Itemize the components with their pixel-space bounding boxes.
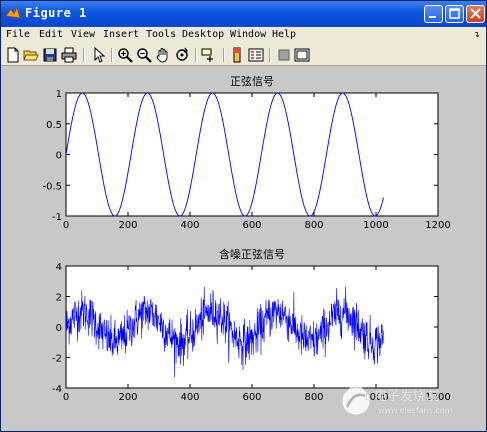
plot-title: 正弦信号 bbox=[230, 74, 274, 88]
x-tick-label: 400 bbox=[180, 392, 199, 403]
x-tick-label: 800 bbox=[304, 220, 323, 231]
x-tick-label: 0 bbox=[63, 392, 69, 403]
elecfans-watermark: 电子发烧友 www.elecfans.com bbox=[341, 386, 453, 416]
show-plot-tools-icon bbox=[294, 48, 310, 62]
minimize-button[interactable] bbox=[424, 5, 443, 23]
menubar-chevron-icon[interactable]: ↴ bbox=[473, 30, 480, 39]
menu-file[interactable]: File bbox=[6, 29, 30, 40]
y-tick-label: 2 bbox=[56, 293, 62, 304]
x-tick-label: 400 bbox=[180, 220, 199, 231]
x-tick-label: 600 bbox=[242, 392, 261, 403]
menu-insert[interactable]: Insert bbox=[103, 29, 139, 40]
x-tick-label: 600 bbox=[242, 220, 261, 231]
plots-svg: 正弦信号0 200 400 600 800 1000 120010.50-0.5-1 含噪正… bbox=[42, 74, 453, 416]
zoom-in-button[interactable] bbox=[117, 47, 133, 63]
plot-title: 含噪正弦信号 bbox=[219, 247, 285, 261]
y-tick-label: -0.5 bbox=[42, 181, 62, 192]
legend-icon bbox=[248, 48, 264, 62]
legend-button[interactable] bbox=[248, 47, 264, 63]
x-tick-label: 1000 bbox=[363, 220, 388, 231]
show-plot-tools-button[interactable] bbox=[294, 47, 310, 63]
y-tick-label: 1 bbox=[56, 89, 62, 100]
zoom-out-icon bbox=[137, 48, 152, 63]
zoom-out-button[interactable] bbox=[136, 47, 152, 63]
watermark-text: 电子发烧友 bbox=[374, 388, 439, 404]
watermark-url: www.elecfans.com bbox=[378, 406, 453, 415]
hide-plot-tools-icon bbox=[278, 49, 290, 61]
data-cursor-icon bbox=[201, 48, 213, 62]
menu-window[interactable]: Window bbox=[230, 29, 266, 40]
zoom-in-icon bbox=[118, 48, 133, 63]
menu-desktop[interactable]: Desktop bbox=[182, 29, 224, 40]
x-tick-label: 0 bbox=[63, 220, 69, 231]
y-tick-label: -2 bbox=[52, 354, 62, 365]
rotate-3d-button[interactable] bbox=[174, 47, 190, 63]
toolbar-separator bbox=[83, 48, 85, 62]
figure-toolbar bbox=[1, 45, 486, 66]
axes-top: 正弦信号 0 200 400 600 800 1000 1200 1 0.5 0 -0.5 -1 bbox=[42, 74, 450, 231]
open-folder-icon bbox=[23, 50, 39, 61]
maximize-button[interactable] bbox=[445, 5, 464, 23]
axes-bottom: 含噪正弦信号0 200 400 600 800 1000 1200420-2-4 bbox=[52, 247, 451, 403]
maximize-icon bbox=[449, 8, 460, 19]
matlab-icon bbox=[5, 6, 21, 19]
printer-icon bbox=[61, 47, 77, 63]
data-cursor-button[interactable] bbox=[201, 47, 217, 63]
toolbar-separator bbox=[269, 48, 271, 62]
y-tick-label: 0.5 bbox=[46, 120, 62, 131]
x-tick-label: 200 bbox=[118, 220, 137, 231]
y-tick-label: -4 bbox=[52, 384, 62, 395]
y-tick-label: -1 bbox=[52, 212, 62, 223]
arrow-pointer-icon bbox=[94, 47, 106, 63]
open-file-button[interactable] bbox=[23, 47, 39, 63]
toolbar-separator bbox=[223, 48, 225, 62]
save-disk-icon bbox=[43, 48, 57, 62]
figure-window: Figure 1 File Edit View Insert Tools Des… bbox=[0, 0, 487, 432]
menu-bar: File Edit View Insert Tools Desktop Wind… bbox=[1, 27, 486, 45]
close-button[interactable] bbox=[466, 5, 485, 23]
pan-button[interactable] bbox=[155, 47, 171, 63]
plot-area bbox=[65, 92, 439, 217]
window-title: Figure 1 bbox=[25, 6, 87, 20]
y-tick-label: 4 bbox=[56, 262, 62, 273]
save-button[interactable] bbox=[42, 47, 58, 63]
menu-view[interactable]: View bbox=[71, 29, 95, 40]
x-tick-label: 200 bbox=[118, 392, 137, 403]
figure-canvas: 正弦信号 0 200 400 600 800 1000 1200 1 0.5 0 -0.5 -1 含噪正… bbox=[1, 66, 486, 431]
colorbar-button[interactable] bbox=[229, 47, 245, 63]
title-bar[interactable]: Figure 1 bbox=[1, 1, 486, 27]
x-tick-label: 1200 bbox=[425, 220, 450, 231]
y-tick-label: 0 bbox=[56, 323, 62, 334]
menu-help[interactable]: Help bbox=[272, 29, 296, 40]
y-tick-label: 0 bbox=[56, 151, 62, 162]
colorbar-icon bbox=[233, 47, 241, 63]
hand-pan-icon bbox=[156, 48, 168, 63]
new-figure-button[interactable] bbox=[5, 47, 21, 63]
new-file-icon bbox=[7, 47, 19, 63]
close-icon bbox=[470, 8, 481, 19]
menu-edit[interactable]: Edit bbox=[39, 29, 63, 40]
menu-tools[interactable]: Tools bbox=[146, 29, 176, 40]
minimize-icon bbox=[429, 16, 436, 18]
toolbar-separator bbox=[111, 48, 113, 62]
hide-plot-tools-button[interactable] bbox=[276, 47, 292, 63]
rotate-3d-icon bbox=[176, 47, 188, 61]
toolbar-separator bbox=[195, 48, 197, 62]
x-tick-label: 800 bbox=[304, 392, 323, 403]
pointer-button[interactable] bbox=[91, 47, 107, 63]
print-button[interactable] bbox=[61, 47, 77, 63]
